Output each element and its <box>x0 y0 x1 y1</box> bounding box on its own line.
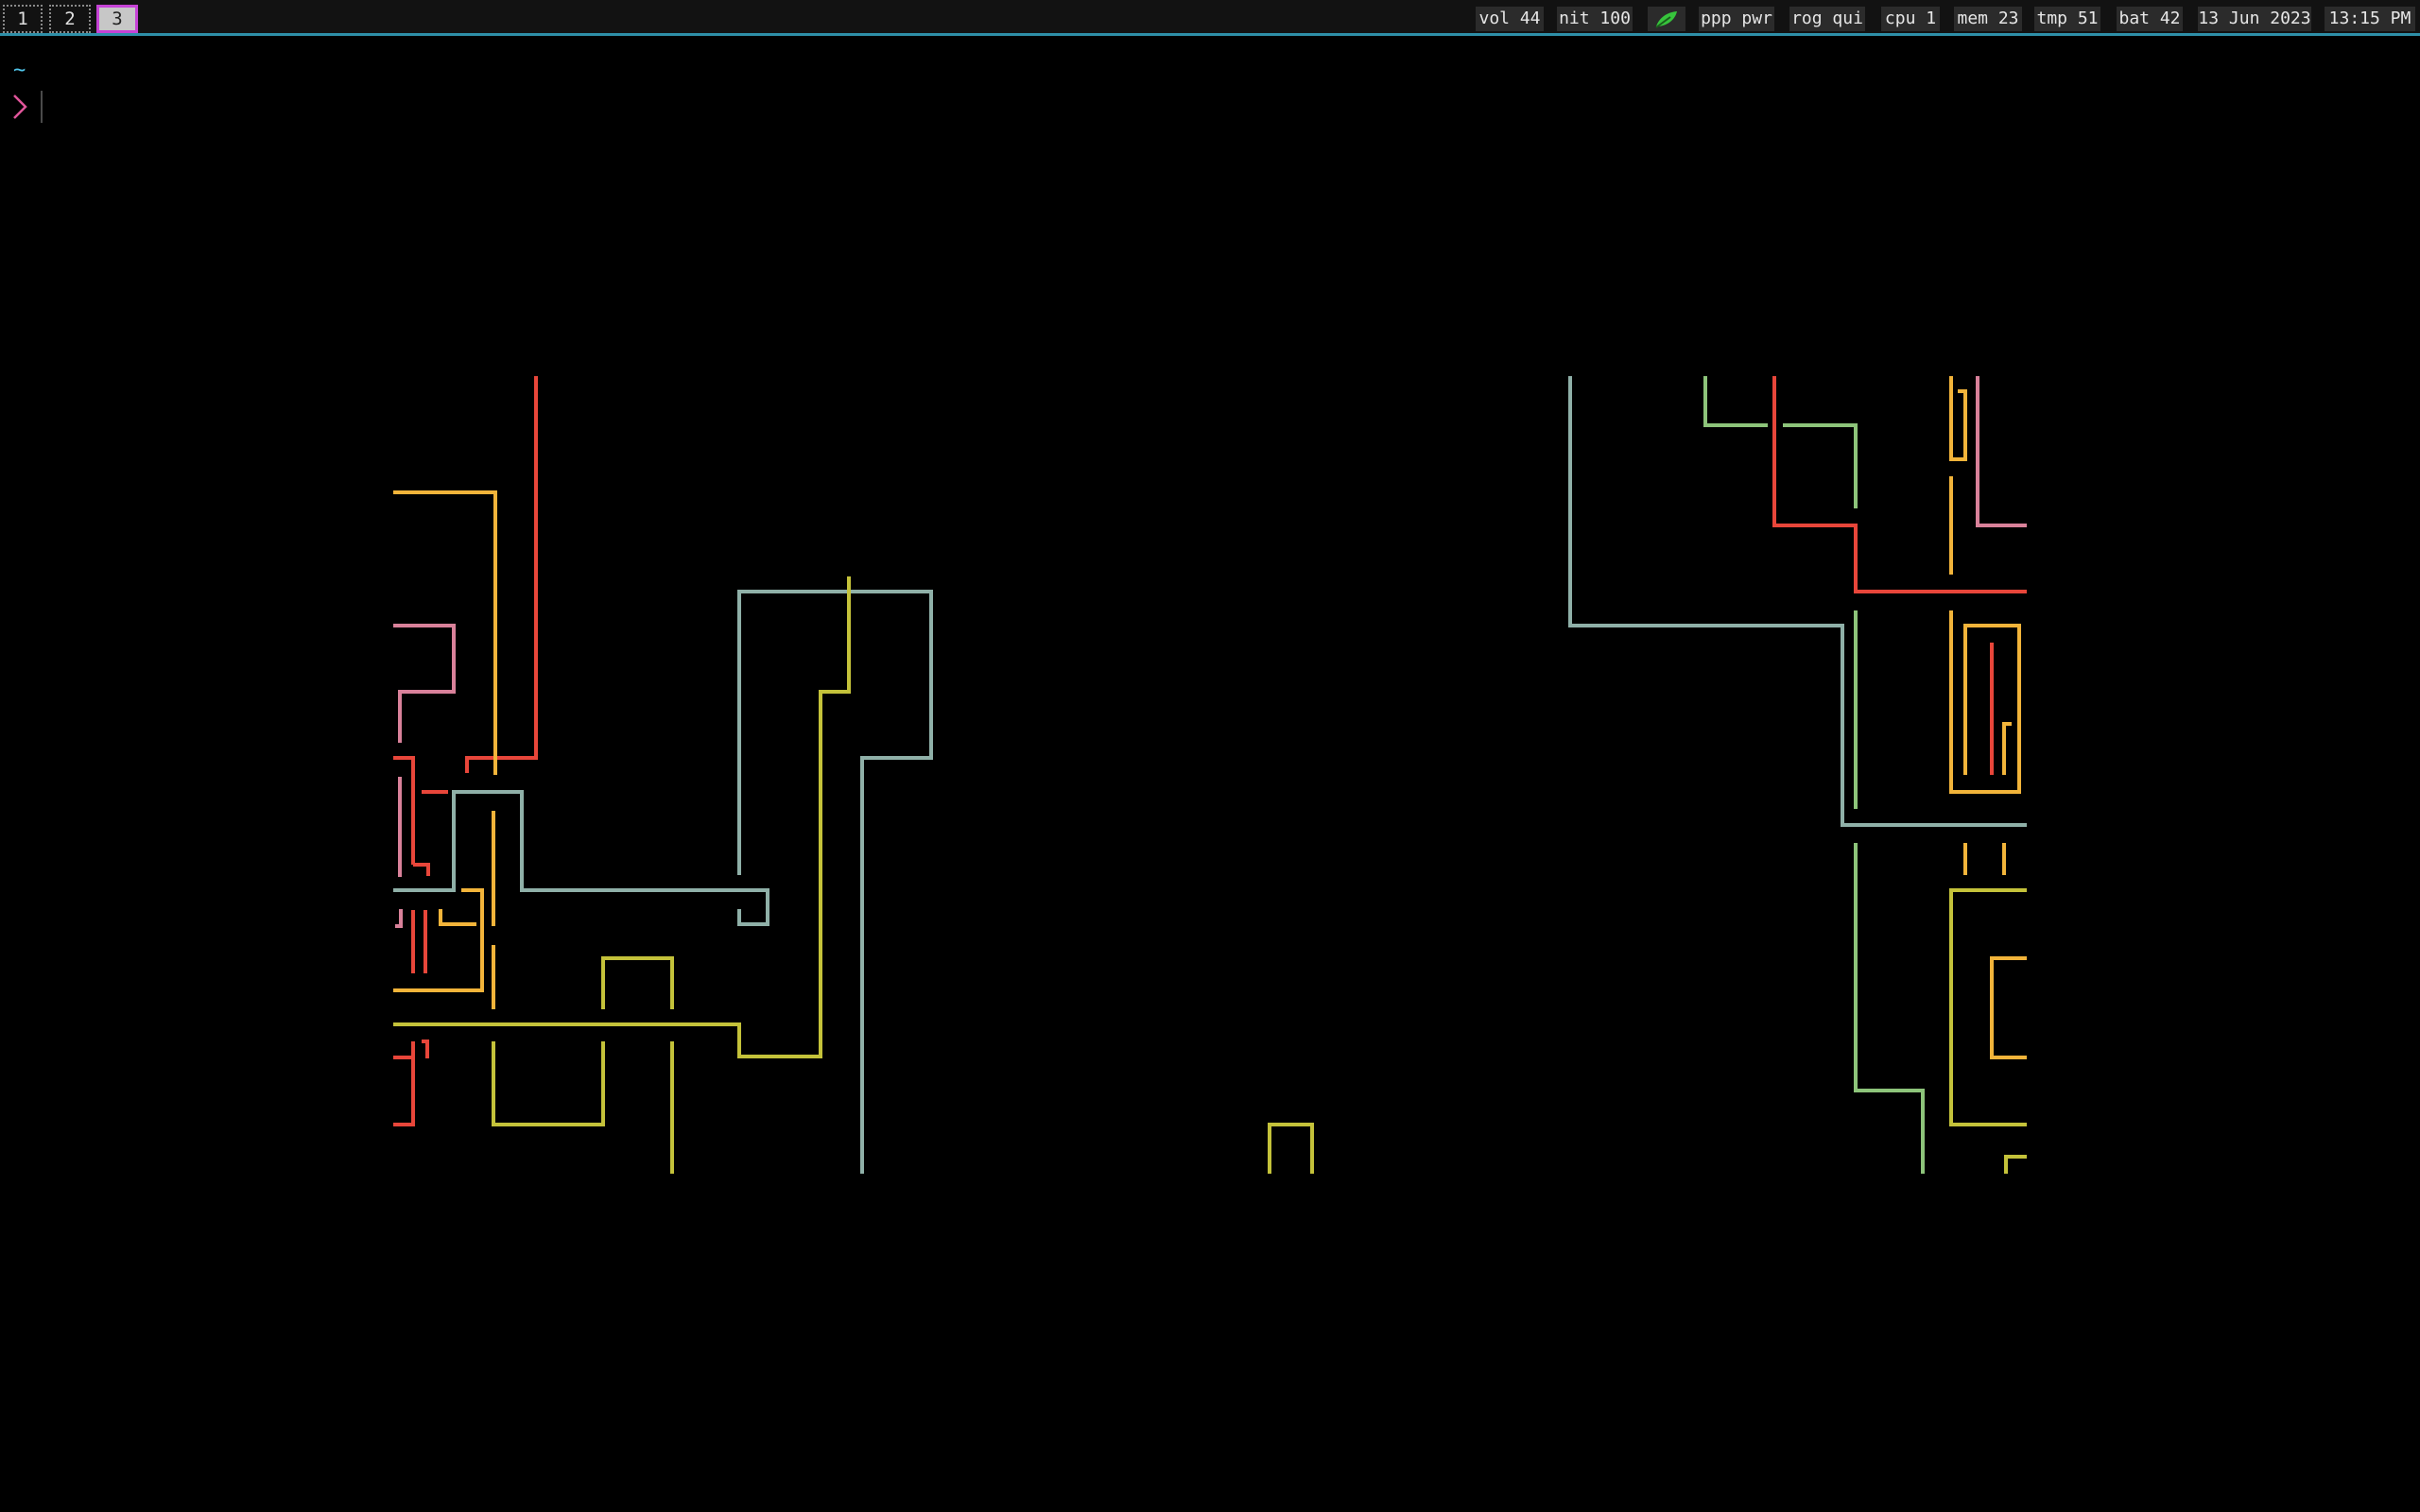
pipe-group-green-right <box>1703 376 1925 1174</box>
pipe-group-teal-right <box>1568 376 2027 827</box>
pipe-group-olive-right <box>1949 888 2027 1174</box>
pipe-group-pink-right <box>1976 376 2027 527</box>
pipe-group-pink-left <box>393 624 456 928</box>
pipe-group-red-right <box>1772 376 2027 775</box>
pipe-group-orange-left <box>393 490 497 1009</box>
pipe-group-red-left <box>393 376 538 1126</box>
pipe-group-olive-left <box>393 576 1314 1174</box>
pipes-screensaver-canvas <box>393 376 2027 1174</box>
pipe-group-orange-right <box>1949 376 2027 1059</box>
